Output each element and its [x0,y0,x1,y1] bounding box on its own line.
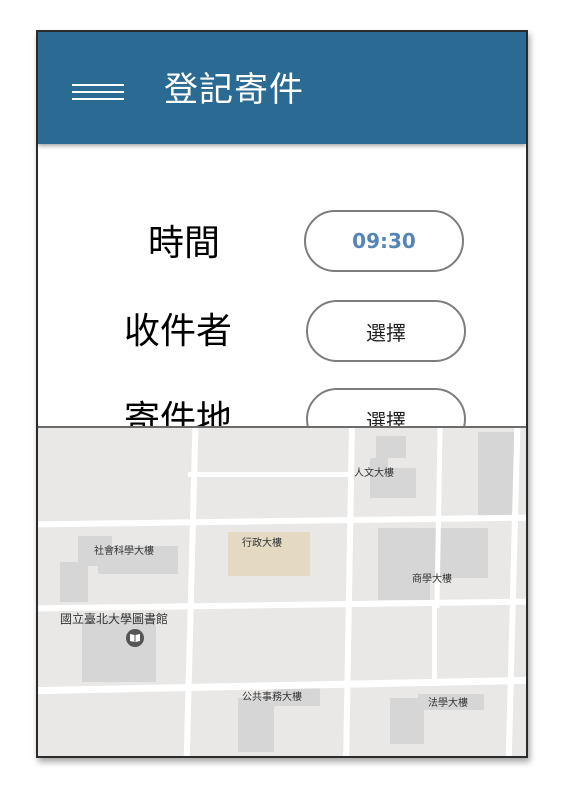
map-label-administration: 行政大樓 [242,538,282,549]
recipient-label: 收件者 [123,311,232,352]
time-picker-button[interactable]: 09:30 [304,210,464,272]
phone-screen: 登記寄件 時間 09:30 收件者 選擇 寄件地 選擇 人文大樓 社會科學大樓 … [36,30,528,758]
campus-map[interactable]: 人文大樓 社會科學大樓 行政大樓 商學大樓 國立臺北大學圖書館 公共事務大樓 法… [38,426,526,756]
app-bar: 登記寄件 [38,32,526,144]
recipient-select-button[interactable]: 選擇 [306,300,466,362]
map-label-public-affairs: 公共事務大樓 [242,692,302,703]
location-label: 寄件地 [123,399,232,426]
map-label-social-science: 社會科學大樓 [94,546,154,557]
map-label-library: 國立臺北大學圖書館 [60,612,169,626]
shipment-form: 時間 09:30 收件者 選擇 寄件地 選擇 [38,144,526,426]
map-label-law: 法學大樓 [428,698,468,709]
book-icon[interactable] [126,629,144,647]
time-label: 時間 [147,223,220,264]
map-label-business: 商學大樓 [412,574,452,585]
page-title: 登記寄件 [164,70,304,110]
location-select-button[interactable]: 選擇 [306,388,466,426]
hamburger-menu-icon[interactable] [72,84,124,100]
map-label-humanities: 人文大樓 [354,468,394,479]
